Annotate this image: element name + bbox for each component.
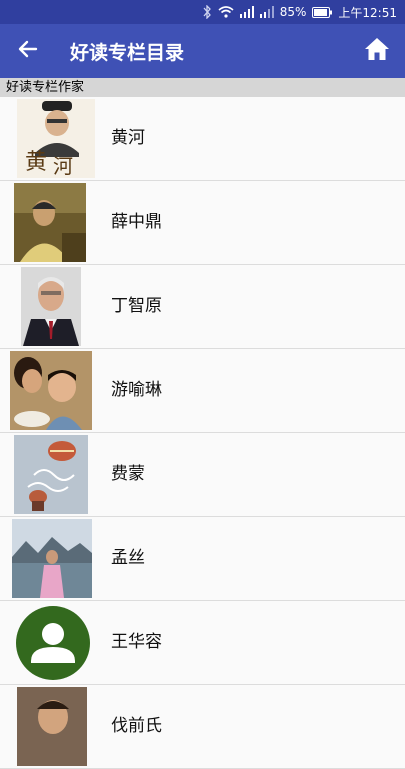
svg-text:黄: 黄 (25, 150, 47, 175)
author-name: 丁智原 (111, 296, 162, 316)
author-name: 费蒙 (111, 464, 145, 484)
list-item[interactable]: 孟丝 (0, 517, 405, 601)
author-name: 孟丝 (111, 548, 145, 568)
list-item[interactable]: 丁智原 (0, 265, 405, 349)
page-title: 好读专栏目录 (70, 41, 185, 64)
author-avatar (15, 603, 91, 682)
wifi-icon (218, 6, 234, 18)
author-name: 黄河 (111, 128, 145, 148)
list-item[interactable]: 伐前氏 (0, 685, 405, 769)
author-photo (12, 519, 92, 598)
author-photo (14, 183, 92, 262)
clock: 上午12:51 (338, 5, 397, 20)
author-name: 王华容 (111, 632, 162, 652)
author-list: 黄 河 黄河 薛中鼎 丁智原 游喻琳 费蒙 孟丝 王华容 伐前氏 (0, 97, 405, 769)
signal-icon-1 (239, 6, 254, 18)
status-bar: 85% 上午12:51 (0, 0, 405, 24)
author-photo (17, 687, 87, 766)
author-photo: 黄 河 (17, 99, 95, 178)
bluetooth-icon (202, 5, 212, 19)
back-button[interactable] (0, 24, 56, 78)
list-item[interactable]: 王华容 (0, 601, 405, 685)
list-item[interactable]: 游喻琳 (0, 349, 405, 433)
section-header: 好读专栏作家 (0, 78, 405, 97)
author-photo (21, 267, 81, 346)
home-icon (364, 37, 390, 65)
battery-percent: 85% (279, 5, 307, 19)
list-item[interactable]: 黄 河 黄河 (0, 97, 405, 181)
list-item[interactable]: 费蒙 (0, 433, 405, 517)
svg-text:河: 河 (53, 154, 73, 178)
author-name: 伐前氏 (111, 716, 162, 736)
author-photo (14, 435, 88, 514)
home-button[interactable] (349, 24, 405, 78)
author-photo (10, 351, 92, 430)
author-name: 游喻琳 (111, 380, 162, 400)
battery-icon (312, 6, 333, 18)
signal-icon-2 (259, 6, 274, 18)
arrow-back-icon (18, 39, 38, 63)
author-name: 薛中鼎 (111, 212, 162, 232)
app-bar: 好读专栏目录 (0, 24, 405, 78)
list-item[interactable]: 薛中鼎 (0, 181, 405, 265)
